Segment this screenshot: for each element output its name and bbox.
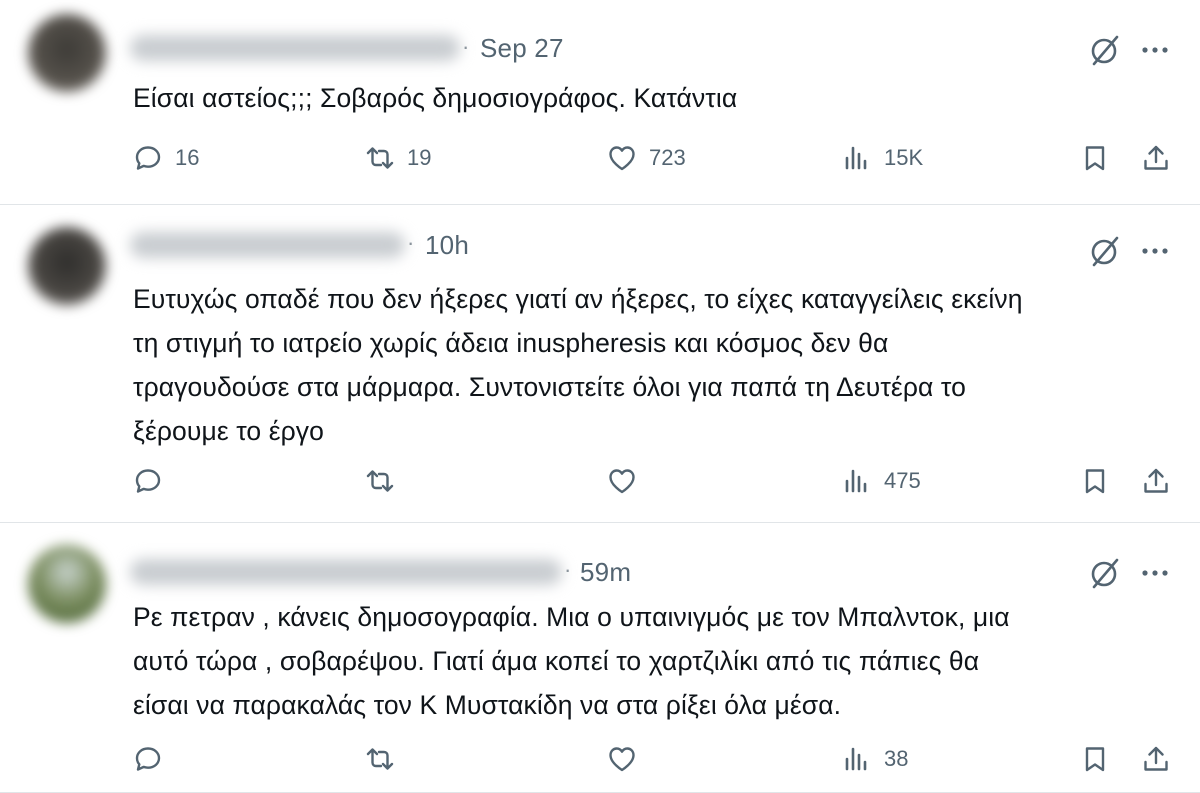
like-button[interactable] [607, 461, 649, 501]
tweet-text: Ευτυχώς οπαδέ που δεν ήξερες γιατί αν ήξ… [133, 277, 1023, 453]
views-button[interactable]: 15K [842, 138, 923, 178]
tweet-actions: 38 [0, 739, 1200, 779]
like-button[interactable]: 723 [607, 138, 686, 178]
tweet-text-line: Είσαι αστείος;;; Σοβαρός δημοσιογράφος. … [133, 83, 738, 113]
views-count: 38 [884, 746, 909, 771]
tweet-text-line: αυτό τώρα , σοβαρέψου. Γιατί άμα κοπεί τ… [133, 646, 980, 676]
share-button[interactable] [1141, 461, 1171, 501]
grok-icon[interactable] [1087, 233, 1123, 269]
separator-dot: · [564, 557, 572, 582]
author-name-redacted[interactable] [130, 232, 405, 258]
repost-button[interactable] [365, 739, 407, 779]
share-icon [1144, 468, 1168, 493]
more-icon[interactable] [1137, 555, 1173, 591]
repost-count: 19 [407, 145, 432, 170]
reply-button[interactable]: 16 [133, 138, 199, 178]
repost-button[interactable] [365, 461, 407, 501]
author-name-redacted[interactable] [130, 559, 562, 585]
views-count: 475 [884, 468, 921, 493]
separator-dot: · [407, 230, 415, 255]
reply-icon [135, 146, 161, 170]
like-icon [609, 469, 635, 494]
tweet-text: Είσαι αστείος;;; Σοβαρός δημοσιογράφος. … [133, 76, 737, 120]
like-icon [609, 146, 635, 171]
reply-icon [135, 747, 161, 771]
tweet-actions: 16 19 723 15K [0, 138, 1200, 178]
reply-button[interactable] [133, 461, 175, 501]
tweet-text-line: τη στιγμή το ιατρείο χωρίς άδεια inusphe… [133, 328, 889, 358]
separator-dot: · [462, 34, 470, 59]
tweet-text-line: Ρε πετραν , κάνεις δημοσογραφία. Μια ο υ… [133, 602, 1010, 632]
tweet-text-line: ξέρουμε το έργο [133, 416, 324, 446]
tweet-1[interactable]: · Sep 27 Είσαι αστείος;;; Σοβαρός δημοσι… [0, 0, 1200, 205]
bookmark-button[interactable] [1080, 138, 1110, 178]
share-icon [1144, 746, 1168, 771]
bookmark-button[interactable] [1080, 739, 1110, 779]
reply-button[interactable] [133, 739, 175, 779]
grok-icon[interactable] [1087, 555, 1123, 591]
tweet-3[interactable]: · 59m Ρε πετραν , κάνεις δημοσογραφία. Μ… [0, 523, 1200, 793]
tweet-2[interactable]: · 10h Ευτυχώς οπαδέ που δεν ήξερες γιατί… [0, 205, 1200, 523]
tweet-text-line: είσαι να παρακαλάς τον Κ Μυστακίδη να στ… [133, 690, 842, 720]
tweet-time[interactable]: Sep 27 [480, 33, 564, 64]
views-count: 15K [884, 145, 924, 170]
views-button[interactable]: 475 [842, 461, 921, 501]
tweet-time[interactable]: 59m [580, 557, 631, 588]
more-icon[interactable] [1137, 233, 1173, 269]
reply-icon [135, 469, 161, 493]
bookmark-button[interactable] [1080, 461, 1110, 501]
tweet-text: Ρε πετραν , κάνεις δημοσογραφία. Μια ο υ… [133, 595, 1010, 727]
tweet-text-line: Ευτυχώς οπαδέ που δεν ήξερες γιατί αν ήξ… [133, 284, 1023, 314]
tweet-actions: 475 [0, 461, 1200, 501]
grok-icon[interactable] [1087, 32, 1123, 68]
repost-button[interactable]: 19 [365, 138, 431, 178]
avatar[interactable] [28, 14, 106, 92]
share-button[interactable] [1141, 138, 1171, 178]
repost-icon [366, 748, 394, 770]
views-button[interactable]: 38 [842, 739, 908, 779]
more-icon[interactable] [1137, 32, 1173, 68]
tweet-text-line: τραγουδούσε στα μάρμαρα. Συντονιστείτε ό… [133, 372, 966, 402]
bookmark-icon [1085, 747, 1105, 772]
like-count: 723 [649, 145, 686, 170]
like-button[interactable] [607, 739, 649, 779]
views-icon [845, 469, 867, 493]
views-icon [845, 747, 867, 771]
repost-icon [366, 470, 394, 492]
tweet-time[interactable]: 10h [425, 230, 469, 261]
bookmark-icon [1085, 469, 1105, 494]
reply-count: 16 [175, 145, 200, 170]
repost-icon [366, 147, 394, 169]
avatar[interactable] [28, 227, 106, 305]
share-icon [1144, 145, 1168, 170]
views-icon [845, 146, 867, 170]
like-icon [609, 747, 635, 772]
author-name-redacted[interactable] [130, 35, 460, 61]
avatar[interactable] [28, 545, 106, 623]
share-button[interactable] [1141, 739, 1171, 779]
bookmark-icon [1085, 146, 1105, 171]
